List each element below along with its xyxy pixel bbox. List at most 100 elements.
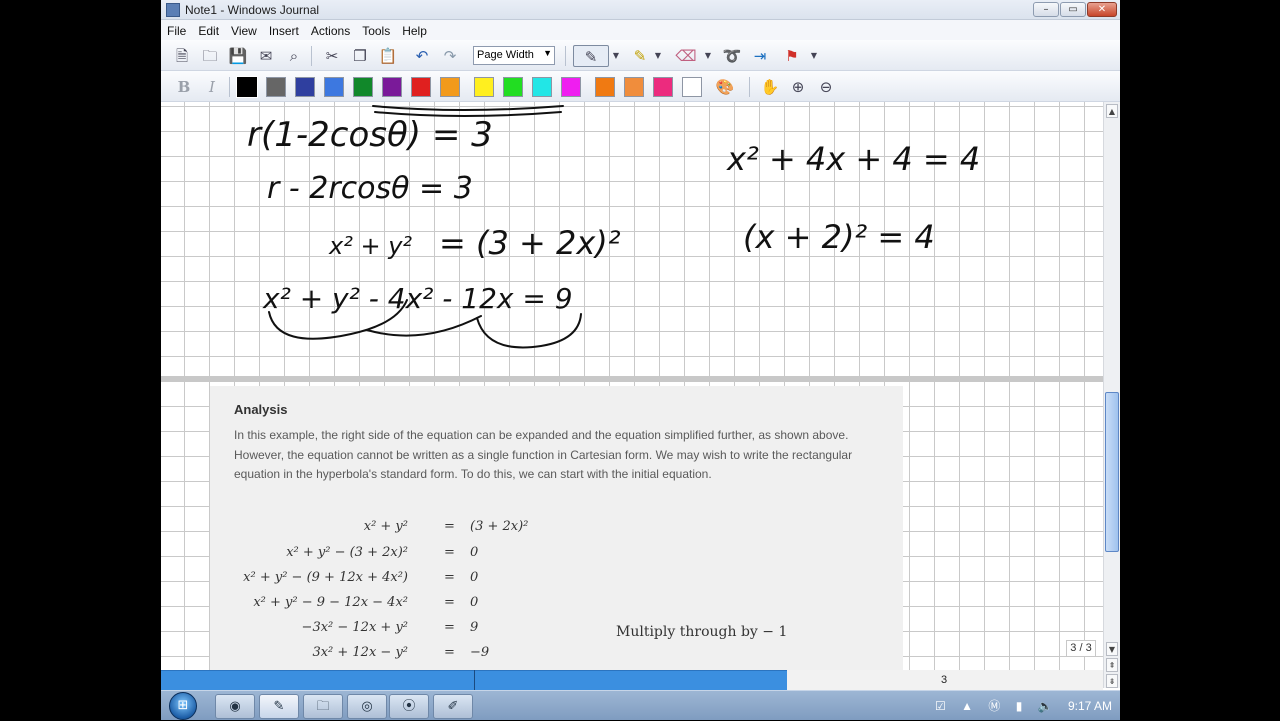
lasso-select-icon[interactable]: ➰ bbox=[721, 45, 743, 67]
color-swatch[interactable] bbox=[440, 77, 460, 97]
color-swatch[interactable] bbox=[266, 77, 286, 97]
tray-app-icon[interactable]: Ⓜ bbox=[988, 691, 1000, 721]
close-button[interactable]: ✕ bbox=[1087, 2, 1117, 17]
color-swatch[interactable] bbox=[561, 77, 581, 97]
undo-icon[interactable]: ↶ bbox=[411, 45, 433, 67]
color-swatch[interactable] bbox=[532, 77, 552, 97]
redo-icon[interactable]: ↷ bbox=[439, 45, 461, 67]
menu-view[interactable]: View bbox=[225, 21, 263, 38]
zoom-select[interactable]: Page Width ▼ bbox=[473, 46, 555, 65]
next-page-icon[interactable]: ⇟ bbox=[1106, 674, 1118, 688]
menu-tools[interactable]: Tools bbox=[356, 21, 396, 38]
taskbar-app-icon[interactable]: ◉ bbox=[215, 694, 255, 719]
bold-button[interactable]: B bbox=[173, 76, 195, 98]
pen-dropdown-icon[interactable]: ▼ bbox=[611, 45, 621, 67]
new-note-icon[interactable]: 🗎 bbox=[171, 45, 193, 67]
toolbar-separator bbox=[229, 77, 230, 97]
system-tray: ☑ ▲ Ⓜ ▮ 🔈 9:17 AM bbox=[923, 691, 1112, 721]
equals-sign: = bbox=[444, 595, 455, 610]
open-folder-icon[interactable]: 🗀 bbox=[199, 45, 221, 67]
color-swatch[interactable] bbox=[595, 77, 615, 97]
highlighter-icon[interactable]: ✎ bbox=[629, 45, 651, 67]
equals-sign: = bbox=[444, 570, 455, 585]
title-bar[interactable]: Note1 - Windows Journal – ▭ ✕ bbox=[161, 0, 1120, 20]
ink-expanded-cartesian: x² + y² - 4x² - 12x = 9 bbox=[262, 282, 573, 315]
tray-volume-icon[interactable]: 🔈 bbox=[1038, 691, 1053, 721]
tray-notes-icon[interactable]: ☑ bbox=[935, 691, 946, 721]
maximize-button[interactable]: ▭ bbox=[1060, 2, 1086, 17]
color-swatch[interactable] bbox=[324, 77, 344, 97]
menu-actions[interactable]: Actions bbox=[305, 21, 356, 38]
previous-page-icon[interactable]: ⇞ bbox=[1106, 658, 1118, 672]
color-swatch[interactable] bbox=[236, 76, 258, 98]
color-picker-icon[interactable]: 🎨 bbox=[714, 76, 736, 98]
pan-hand-icon[interactable]: ✋ bbox=[759, 76, 781, 98]
ink-cartesian-lhs: x² + y² bbox=[328, 232, 412, 260]
taskbar-folder-icon[interactable]: 🗀 bbox=[303, 694, 343, 719]
copy-icon[interactable]: ❐ bbox=[349, 45, 371, 67]
flag-dropdown-icon[interactable]: ▼ bbox=[809, 45, 819, 67]
equation-lhs: 3x² + 12x − y² bbox=[312, 645, 408, 660]
vertical-scrollbar[interactable]: ▲ ▼ ⇞ ⇟ bbox=[1103, 102, 1120, 688]
cut-icon[interactable]: ✂ bbox=[321, 45, 343, 67]
zoom-value: Page Width bbox=[477, 49, 534, 61]
insert-space-icon[interactable]: ⇥ bbox=[749, 45, 771, 67]
tray-expand-icon[interactable]: ▲ bbox=[961, 691, 973, 721]
analysis-heading: Analysis bbox=[234, 402, 288, 417]
menu-help[interactable]: Help bbox=[396, 21, 433, 38]
color-swatch[interactable] bbox=[503, 77, 523, 97]
pen-tool-icon[interactable]: ✎ bbox=[573, 45, 609, 67]
taskbar-pen-icon[interactable]: ✐ bbox=[433, 694, 473, 719]
menu-edit[interactable]: Edit bbox=[192, 21, 225, 38]
send-icon[interactable]: ✉ bbox=[255, 45, 277, 67]
find-icon[interactable]: ⌕ bbox=[283, 45, 305, 67]
toolbar-separator bbox=[749, 77, 750, 97]
flag-icon[interactable]: ⚑ bbox=[781, 45, 803, 67]
color-swatch[interactable] bbox=[474, 77, 494, 97]
minimize-button[interactable]: – bbox=[1033, 2, 1059, 17]
note-page[interactable]: r(1-2cosθ) = 3 r - 2rcosθ = 3 x² + y² = … bbox=[161, 102, 1103, 670]
equals-sign: = bbox=[444, 545, 455, 560]
color-swatch[interactable] bbox=[353, 77, 373, 97]
taskbar-chrome-icon[interactable]: ◎ bbox=[347, 694, 387, 719]
color-swatch[interactable] bbox=[295, 77, 315, 97]
color-swatch[interactable] bbox=[682, 77, 702, 97]
menu-file[interactable]: File bbox=[161, 21, 192, 38]
chevron-down-icon: ▼ bbox=[543, 48, 552, 58]
color-swatch[interactable] bbox=[624, 77, 644, 97]
tray-network-icon[interactable]: ▮ bbox=[1016, 691, 1023, 721]
multiply-note: Multiply through by − 1 bbox=[616, 624, 788, 640]
taskbar-recorder-icon[interactable]: ⦿ bbox=[389, 694, 429, 719]
save-icon[interactable]: 💾 bbox=[227, 45, 249, 67]
toolbar-separator bbox=[311, 46, 312, 66]
color-swatch[interactable] bbox=[411, 77, 431, 97]
equals-sign: = bbox=[444, 620, 455, 635]
ink-cartesian-rhs: = (3 + 2x)² bbox=[439, 224, 621, 262]
highlighter-dropdown-icon[interactable]: ▼ bbox=[653, 45, 663, 67]
equation-rhs: −9 bbox=[470, 645, 490, 660]
journal-app-icon bbox=[166, 3, 180, 17]
windows-taskbar: ⊞ ◉ ✎ 🗀 ◎ ⦿ ✐ ☑ ▲ Ⓜ ▮ 🔈 9:17 AM bbox=[161, 690, 1120, 720]
textbook-excerpt: Analysis In this example, the right side… bbox=[210, 386, 903, 670]
ink-complete-square: x² + 4x + 4 = 4 bbox=[726, 140, 980, 178]
color-swatch[interactable] bbox=[382, 77, 402, 97]
eraser-icon[interactable]: ⌫ bbox=[675, 45, 697, 67]
start-button[interactable]: ⊞ bbox=[169, 692, 197, 720]
pen-toolbar: B I 🎨 ✋ ⊕ ⊖ bbox=[161, 71, 1120, 102]
menu-insert[interactable]: Insert bbox=[263, 21, 305, 38]
analysis-paragraph: In this example, the right side of the e… bbox=[234, 428, 853, 481]
tray-clock[interactable]: 9:17 AM bbox=[1068, 691, 1112, 721]
page-indicator: 3 / 3 bbox=[1066, 640, 1096, 657]
scroll-up-icon[interactable]: ▲ bbox=[1106, 104, 1118, 118]
page-navigation-bar[interactable]: 3 bbox=[161, 670, 1103, 690]
zoom-out-icon[interactable]: ⊖ bbox=[815, 76, 837, 98]
scrollbar-thumb[interactable] bbox=[1105, 392, 1119, 552]
paste-icon[interactable]: 📋 bbox=[377, 45, 399, 67]
italic-button[interactable]: I bbox=[201, 76, 223, 98]
scroll-down-icon[interactable]: ▼ bbox=[1106, 642, 1118, 656]
eraser-dropdown-icon[interactable]: ▼ bbox=[703, 45, 713, 67]
zoom-in-icon[interactable]: ⊕ bbox=[787, 76, 809, 98]
equation-lhs: x² + y² bbox=[363, 519, 408, 534]
color-swatch[interactable] bbox=[653, 77, 673, 97]
taskbar-journal-icon[interactable]: ✎ bbox=[259, 694, 299, 719]
